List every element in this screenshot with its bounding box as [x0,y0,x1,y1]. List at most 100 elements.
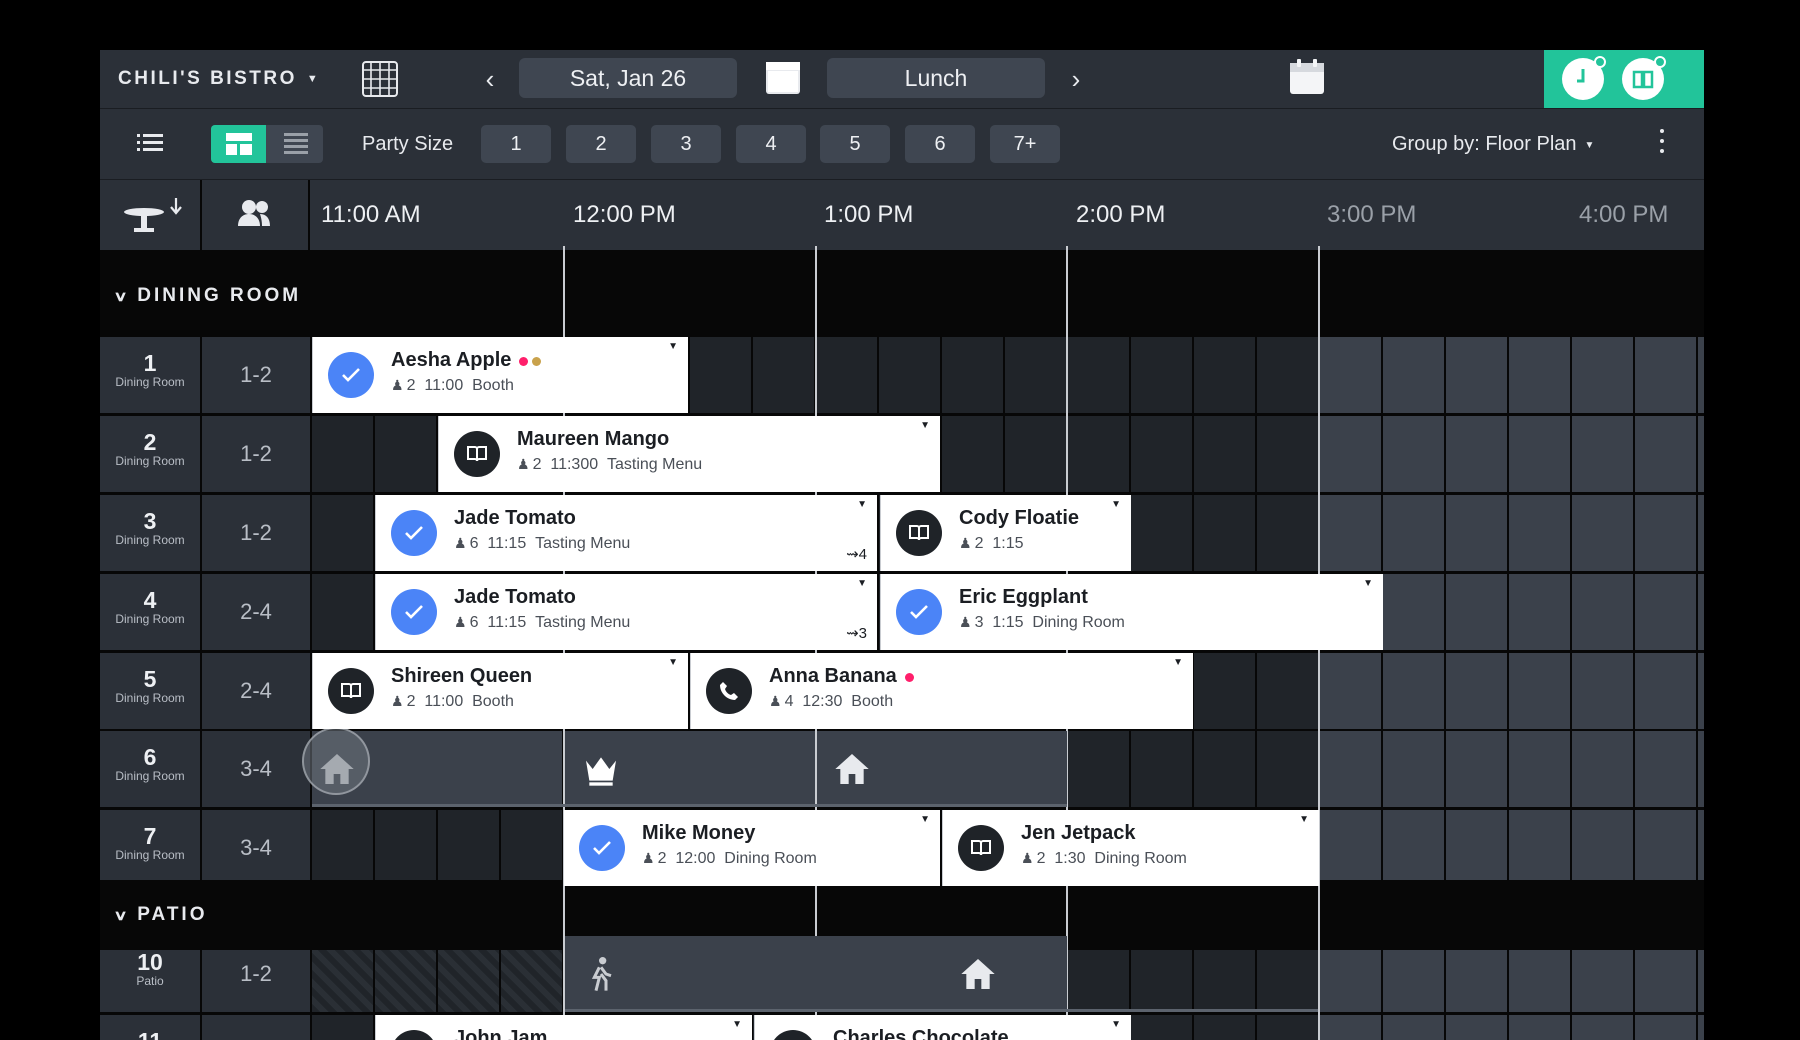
time-slot[interactable] [816,337,877,413]
reservation-card[interactable]: Eric Eggplant ♟ 3 1:15 Dining Room ▼ [880,574,1383,650]
table-cell[interactable]: 4 Dining Room [100,574,200,650]
calendar-add-icon[interactable] [1289,58,1325,96]
party-size-1[interactable]: 1 [481,125,551,163]
time-slot[interactable] [1005,337,1066,413]
time-slot[interactable] [1698,495,1704,571]
time-slot[interactable] [1320,337,1381,413]
book-icon[interactable] [454,431,500,477]
prev-date-button[interactable]: ‹ [475,50,505,108]
time-slot[interactable] [1509,731,1570,807]
time-slot[interactable] [438,810,499,886]
time-slot[interactable] [1572,810,1633,886]
table-cell[interactable]: 11 [100,1015,200,1040]
shift-selector[interactable]: Lunch [827,58,1045,98]
time-slot[interactable] [1383,574,1444,650]
time-slot[interactable] [1509,495,1570,571]
party-size-2[interactable]: 2 [566,125,636,163]
floor-grid-icon[interactable] [362,61,398,97]
card-menu-caret-icon[interactable]: ▼ [1363,578,1373,589]
party-size-6[interactable]: 6 [905,125,975,163]
time-slot[interactable] [1320,810,1381,886]
time-slot[interactable] [1194,416,1255,492]
time-slot[interactable] [1509,416,1570,492]
crown-icon[interactable] [581,749,621,789]
book-icon[interactable] [391,1030,437,1040]
reservation-card[interactable]: Maureen Mango ♟ 2 11:300 Tasting Menu ▼ [438,416,940,492]
card-menu-caret-icon[interactable]: ▼ [1173,657,1183,668]
time-slot[interactable] [1635,1015,1696,1040]
reservation-card[interactable]: Aesha Apple ♟ 2 11:00 Booth ▼ [312,337,688,413]
time-slot[interactable] [312,495,373,571]
time-slot[interactable] [1446,495,1507,571]
reservation-card[interactable]: Jade Tomato ♟ 6 11:15 Tasting Menu ▼ ⇝3 [375,574,877,650]
time-slot[interactable] [1194,1015,1255,1040]
time-slot[interactable] [1635,416,1696,492]
group-by-dropdown[interactable]: Group by: Floor Plan ▼ [1392,109,1594,179]
time-slot[interactable] [1446,574,1507,650]
time-slot[interactable] [1068,731,1129,807]
add-waitlist-button[interactable] [1562,56,1606,100]
party-size-4[interactable]: 4 [736,125,806,163]
time-slot[interactable] [1509,574,1570,650]
time-slot[interactable] [1320,653,1381,729]
time-slot[interactable] [1572,731,1633,807]
card-menu-caret-icon[interactable]: ▼ [857,499,867,510]
time-slot[interactable] [1446,337,1507,413]
time-slot[interactable] [1698,731,1704,807]
time-slot[interactable] [1257,416,1318,492]
phone-icon[interactable] [706,668,752,714]
time-slot[interactable] [690,337,751,413]
party-size-3[interactable]: 3 [651,125,721,163]
time-slot[interactable] [942,416,1003,492]
time-slot[interactable] [1383,653,1444,729]
time-slot[interactable] [1698,416,1704,492]
time-slot[interactable] [1635,574,1696,650]
time-slot[interactable] [1005,416,1066,492]
card-menu-caret-icon[interactable]: ▼ [920,814,930,825]
time-slot[interactable] [1572,1015,1633,1040]
time-slot[interactable] [1383,731,1444,807]
reservation-card[interactable]: Anna Banana ♟ 4 12:30 Booth ▼ [690,653,1193,729]
time-slot[interactable] [1446,731,1507,807]
time-slot[interactable] [1698,337,1704,413]
time-slot[interactable] [1383,1015,1444,1040]
time-slot[interactable] [312,574,373,650]
time-slot[interactable] [1131,416,1192,492]
time-slot[interactable] [1635,495,1696,571]
book-icon[interactable] [958,825,1004,871]
date-picker[interactable]: Sat, Jan 26 [519,58,737,98]
time-slot[interactable] [1698,574,1704,650]
reservation-card[interactable]: Mike Money ♟ 2 12:00 Dining Room ▼ [563,810,940,886]
time-slot[interactable] [1509,810,1570,886]
time-slot[interactable] [1257,653,1318,729]
next-date-button[interactable]: › [1061,50,1091,108]
time-slot[interactable] [1131,731,1192,807]
table-cell[interactable]: 5 Dining Room [100,653,200,729]
check-icon[interactable] [328,352,374,398]
time-slot[interactable] [375,416,436,492]
section-header-dining-room[interactable]: ∨ DINING ROOM [100,261,1704,331]
time-slot[interactable] [1194,653,1255,729]
card-menu-caret-icon[interactable]: ▼ [1299,814,1309,825]
calendar-icon[interactable] [765,60,801,96]
time-slot[interactable] [1698,810,1704,886]
reservation-card[interactable]: John Jam ▼ [375,1015,752,1040]
check-icon[interactable] [579,825,625,871]
book-icon[interactable] [896,510,942,556]
reservation-card[interactable]: Jen Jetpack ♟ 2 1:30 Dining Room ▼ [942,810,1319,886]
time-slot[interactable] [1698,653,1704,729]
time-slot[interactable] [1131,337,1192,413]
card-menu-caret-icon[interactable]: ▼ [920,420,930,431]
list-view-icon[interactable] [137,132,163,154]
time-slot[interactable] [1635,810,1696,886]
time-slot[interactable] [1635,653,1696,729]
time-slot[interactable] [1572,653,1633,729]
card-menu-caret-icon[interactable]: ▼ [1111,1019,1121,1030]
time-slot[interactable] [1257,337,1318,413]
grid-view-button[interactable] [211,125,266,163]
time-slot[interactable] [1257,1015,1318,1040]
time-slot[interactable] [1257,731,1318,807]
time-slot[interactable] [312,810,373,886]
time-slot[interactable] [1446,416,1507,492]
time-slot[interactable] [879,337,940,413]
